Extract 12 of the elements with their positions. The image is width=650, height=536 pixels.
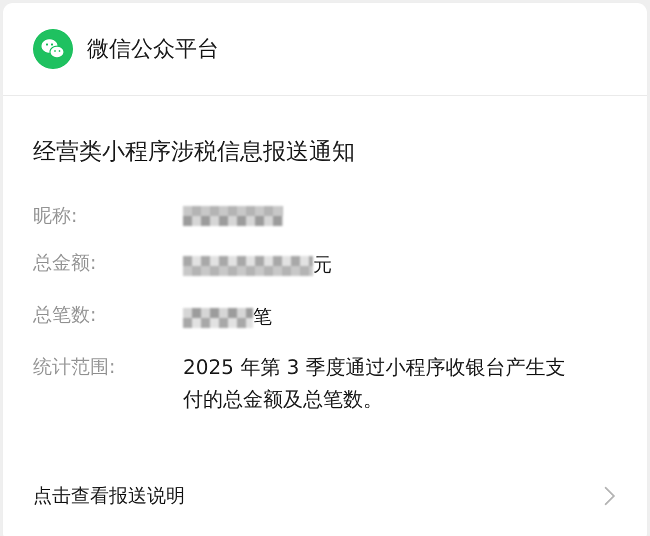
notice-title: 经营类小程序涉税信息报送通知 bbox=[33, 138, 356, 167]
field-label: 统计范围: bbox=[33, 355, 116, 380]
field-label: 总笔数: bbox=[33, 303, 98, 328]
report-guide-link[interactable]: 点击查看报送说明 bbox=[3, 483, 647, 509]
unit-text: 元 bbox=[313, 253, 332, 278]
field-value: 2025 年第 3 季度通过小程序收银台产生支付的总金额及总笔数。 bbox=[183, 354, 567, 413]
field-label: 总金额: bbox=[33, 251, 98, 276]
chevron-right-icon bbox=[604, 486, 615, 506]
account-name: 微信公众平台 bbox=[87, 36, 219, 64]
chat-bubbles-icon bbox=[33, 29, 73, 69]
field-label: 昵称: bbox=[33, 204, 78, 229]
unit-text: 笔 bbox=[253, 305, 272, 330]
